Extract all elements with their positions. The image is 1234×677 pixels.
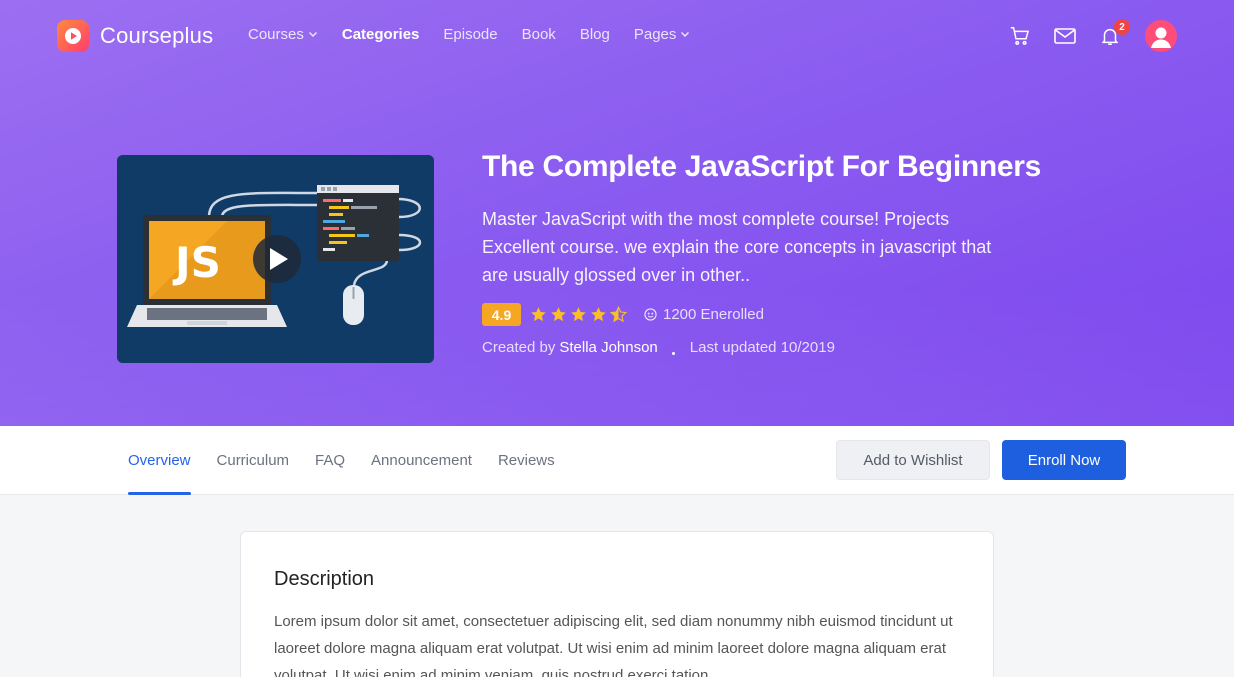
thumbnail-js-text: JS <box>172 238 221 287</box>
nav-item-blog[interactable]: Blog <box>580 26 610 43</box>
course-tabs: Overview Curriculum FAQ Announcement Rev… <box>128 426 581 495</box>
star-rating <box>530 306 630 323</box>
main-nav: Courses Categories Episode Book Blog Pag… <box>248 26 714 43</box>
created-by-label: Created by <box>482 339 556 356</box>
brand-name: Courseplus <box>100 23 214 48</box>
last-updated: Last updated 10/2019 <box>689 339 835 356</box>
course-title: The Complete JavaScript For Beginners <box>482 150 1042 183</box>
rating-badge: 4.9 <box>482 303 521 326</box>
nav-item-categories[interactable]: Categories <box>342 26 420 43</box>
star-icon <box>591 307 606 322</box>
tab-reviews[interactable]: Reviews <box>498 426 555 494</box>
star-half-icon <box>610 306 627 323</box>
nav-item-courses[interactable]: Courses <box>248 26 318 43</box>
nav-icons: 2 <box>987 19 1177 52</box>
nav-item-book[interactable]: Book <box>522 26 556 43</box>
course-description: Master JavaScript with the most complete… <box>482 209 992 285</box>
description-heading: Description <box>274 568 375 590</box>
tab-announcement[interactable]: Announcement <box>371 426 472 494</box>
course-tabs-bar: Overview Curriculum FAQ Announcement Rev… <box>0 426 1234 495</box>
nav-item-label: Courses <box>248 26 304 43</box>
nav-item-label: Blog <box>579 26 610 43</box>
avatar[interactable] <box>1145 20 1177 52</box>
separator-dot <box>671 352 675 355</box>
enroll-now-button[interactable]: Enroll Now <box>1002 440 1126 480</box>
bell-icon[interactable]: 2 <box>1098 19 1130 48</box>
description-text: Lorem ipsum dolor sit amet, consectetuer… <box>274 613 953 677</box>
nav-item-label: Categories <box>341 26 420 43</box>
course-meta: Created by Stella Johnson Last updated 1… <box>482 339 835 356</box>
logo[interactable]: Courseplus <box>57 20 213 52</box>
rating-row: 4.9 1200 Enerolled <box>482 303 764 326</box>
cart-icon[interactable] <box>1008 24 1032 48</box>
nav-item-label: Book <box>521 26 556 43</box>
course-video-thumbnail[interactable]: JS <box>117 155 434 363</box>
add-to-wishlist-button[interactable]: Add to Wishlist <box>836 440 990 480</box>
description-card: Description Lorem ipsum dolor sit amet, … <box>240 531 994 677</box>
nav-item-pages[interactable]: Pages <box>634 26 691 43</box>
mail-icon[interactable] <box>1053 24 1077 48</box>
tab-faq[interactable]: FAQ <box>315 426 345 494</box>
chevron-down-icon <box>680 26 690 43</box>
enrolled-text: 1200 Enerolled <box>663 306 764 323</box>
logo-play-icon <box>57 20 89 52</box>
star-icon <box>571 307 586 322</box>
chevron-down-icon <box>308 26 318 43</box>
tab-curriculum[interactable]: Curriculum <box>217 426 290 494</box>
author-name[interactable]: Stella Johnson <box>559 339 657 356</box>
nav-item-label: Pages <box>633 26 677 43</box>
nav-item-label: Episode <box>443 26 498 43</box>
enrolled-count: 1200 Enerolled <box>644 306 764 323</box>
users-icon <box>644 308 657 321</box>
star-icon <box>531 307 546 322</box>
notification-badge: 2 <box>1114 19 1130 35</box>
nav-item-episode[interactable]: Episode <box>443 26 497 43</box>
tab-overview[interactable]: Overview <box>128 426 191 495</box>
star-icon <box>551 307 566 322</box>
